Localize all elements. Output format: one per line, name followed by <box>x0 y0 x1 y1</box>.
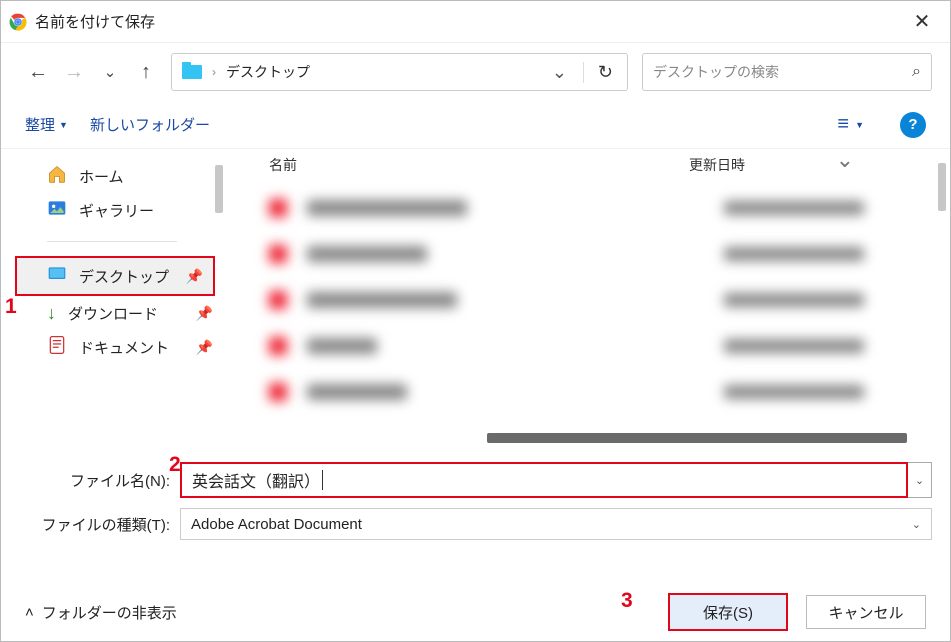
close-button[interactable]: ✕ <box>902 12 942 32</box>
filetype-select[interactable]: Adobe Acrobat Document ⌄ <box>180 508 932 540</box>
annotation-1: 1 <box>5 295 17 319</box>
sidebar-item-gallery[interactable]: ギャラリー <box>1 193 223 227</box>
file-list-pane: 名前 更新日時 ⌄ <box>223 149 950 447</box>
chevron-right-icon: › <box>212 65 216 79</box>
window-title: 名前を付けて保存 <box>35 11 155 32</box>
sidebar: ホーム ギャラリー デスクトップ 📌 ↓ ダウンロード 📌 ドキュメント 📌 <box>1 149 223 447</box>
toolbar: 整理 ▼ 新しいフォルダー ≡ ▼ ? <box>1 101 950 149</box>
horizontal-scrollbar[interactable] <box>487 433 907 443</box>
sidebar-label: デスクトップ <box>79 266 169 287</box>
sidebar-divider <box>47 241 177 242</box>
nav-forward-button[interactable]: → <box>63 61 85 84</box>
cancel-label: キャンセル <box>828 602 903 623</box>
annotation-2: 2 <box>169 453 181 477</box>
pin-icon[interactable]: 📌 <box>196 339 213 356</box>
sidebar-item-downloads[interactable]: ↓ ダウンロード 📌 <box>1 296 223 330</box>
search-icon[interactable]: ⌕ <box>912 63 921 81</box>
download-icon: ↓ <box>47 304 56 322</box>
folder-toggle-label: フォルダーの非表示 <box>42 602 177 623</box>
help-button[interactable]: ? <box>900 112 926 138</box>
pin-icon[interactable]: 📌 <box>196 305 213 322</box>
nav-back-button[interactable]: ← <box>27 61 49 84</box>
list-view-icon: ≡ <box>837 113 849 136</box>
new-folder-label: 新しいフォルダー <box>90 114 210 135</box>
gallery-icon <box>47 198 67 222</box>
home-icon <box>47 164 67 188</box>
filename-input[interactable]: 英会話文（翻訳） <box>180 462 908 498</box>
folder-icon <box>182 65 202 79</box>
column-header-name[interactable]: 名前 <box>269 155 689 175</box>
view-options-button[interactable]: ≡ ▼ <box>837 113 864 136</box>
save-label: 保存(S) <box>703 602 753 623</box>
filetype-label: ファイルの種類(T): <box>25 514 180 535</box>
filename-value: 英会話文（翻訳） <box>192 468 320 492</box>
address-dropdown-icon[interactable]: ⌄ <box>544 62 575 83</box>
sidebar-label: ダウンロード <box>68 303 158 324</box>
chrome-icon <box>9 13 27 31</box>
sidebar-label: ドキュメント <box>79 337 169 358</box>
filename-dropdown-button[interactable]: ⌄ <box>908 462 932 498</box>
column-header-date[interactable]: 更新日時 <box>689 155 928 175</box>
nav-recent-button[interactable]: ⌄ <box>99 63 121 81</box>
nav-bar: ← → ⌄ ↑ › デスクトップ ⌄ ↻ デスクトップの検索 ⌕ <box>1 43 950 101</box>
organize-label: 整理 <box>25 114 55 135</box>
organize-button[interactable]: 整理 ▼ <box>25 114 68 135</box>
new-folder-button[interactable]: 新しいフォルダー <box>90 114 210 135</box>
title-bar: 名前を付けて保存 ✕ <box>1 1 950 43</box>
pin-icon[interactable]: 📌 <box>186 268 203 285</box>
address-bar[interactable]: › デスクトップ ⌄ ↻ <box>171 53 628 91</box>
search-placeholder: デスクトップの検索 <box>653 62 912 82</box>
sidebar-item-desktop[interactable]: デスクトップ 📌 <box>15 256 215 296</box>
filename-label: ファイル名(N): <box>25 470 180 491</box>
bottom-bar: ˄ フォルダーの非表示 保存(S) キャンセル <box>1 583 950 641</box>
breadcrumb-current[interactable]: デスクトップ <box>226 62 310 82</box>
filetype-value: Adobe Acrobat Document <box>191 516 362 533</box>
nav-up-button[interactable]: ↑ <box>135 61 157 84</box>
sidebar-label: ホーム <box>79 166 124 187</box>
sidebar-item-home[interactable]: ホーム <box>1 159 223 193</box>
dropdown-icon: ▼ <box>855 120 864 130</box>
chevron-up-icon: ˄ <box>25 604 34 621</box>
dropdown-icon: ⌄ <box>912 518 921 531</box>
form-area: ファイル名(N): 英会話文（翻訳） ⌄ ファイルの種類(T): Adobe A… <box>1 447 950 559</box>
documents-icon <box>47 335 67 359</box>
dropdown-icon: ▼ <box>59 120 68 130</box>
refresh-button[interactable]: ↻ <box>583 62 617 83</box>
sort-indicator-icon[interactable]: ⌄ <box>836 147 854 173</box>
folder-toggle-button[interactable]: ˄ フォルダーの非表示 <box>25 602 177 623</box>
save-button[interactable]: 保存(S) <box>668 593 788 631</box>
search-box[interactable]: デスクトップの検索 ⌕ <box>642 53 932 91</box>
sidebar-item-documents[interactable]: ドキュメント 📌 <box>1 330 223 364</box>
cancel-button[interactable]: キャンセル <box>806 595 926 629</box>
desktop-icon <box>47 264 67 288</box>
text-caret <box>322 470 323 490</box>
annotation-3: 3 <box>621 589 633 613</box>
sidebar-label: ギャラリー <box>79 200 154 221</box>
body: ホーム ギャラリー デスクトップ 📌 ↓ ダウンロード 📌 ドキュメント 📌 名… <box>1 149 950 447</box>
file-list-header: 名前 更新日時 ⌄ <box>223 149 928 179</box>
file-rows-blurred <box>223 179 950 415</box>
